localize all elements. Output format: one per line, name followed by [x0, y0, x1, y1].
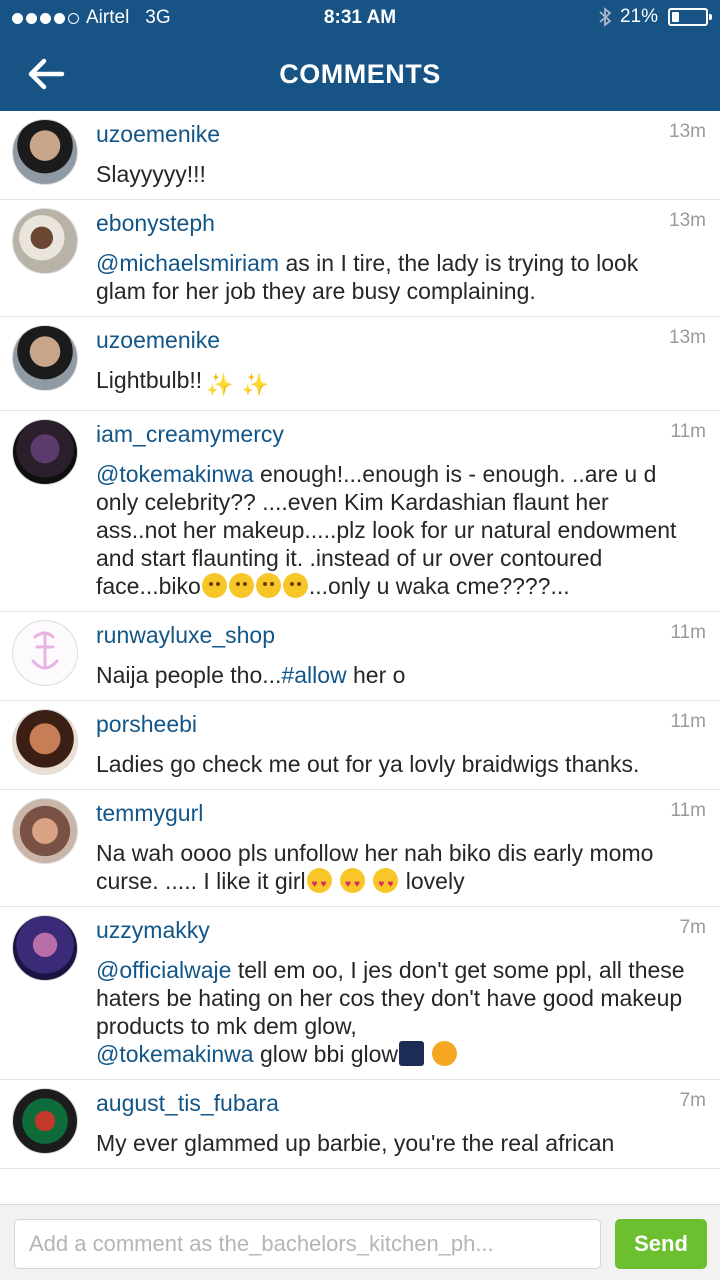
- sparkles-icon: ✨: [241, 372, 269, 397]
- comment-item: ebonysteph 13m @michaelsmiriam as in I t…: [0, 200, 720, 317]
- comment-time: 13m: [669, 210, 706, 231]
- battery-fill: [672, 12, 679, 22]
- comment-text: @officialwaje tell em oo, I jes don't ge…: [96, 957, 685, 1067]
- heart-eyes-icon: [306, 868, 332, 899]
- comment-text: Ladies go check me out for ya lovly brai…: [96, 751, 640, 777]
- comment-time: 11m: [670, 421, 706, 442]
- comment-item: august_tis_fubara 7m My ever glammed up …: [0, 1080, 720, 1169]
- battery-percent: 21%: [619, 6, 658, 27]
- avatar[interactable]: [12, 325, 78, 391]
- comment-item: uzoemenike 13m Slayyyyy!!!: [0, 111, 720, 200]
- avatar[interactable]: [12, 620, 78, 686]
- comment-time: 11m: [670, 711, 706, 732]
- comment-username[interactable]: porsheebi: [96, 709, 692, 739]
- crying-face-icon: [255, 573, 281, 598]
- mention-link[interactable]: @tokemakinwa: [96, 1041, 254, 1067]
- comment-username[interactable]: iam_creamymercy: [96, 419, 692, 449]
- comment-username[interactable]: ebonysteph: [96, 208, 692, 238]
- comment-time: 11m: [670, 800, 706, 821]
- comment-item: temmygurl 11m Na wah oooo pls unfollow h…: [0, 790, 720, 907]
- comment-text: Slayyyyy!!!: [96, 161, 206, 187]
- shop-logo-icon: [31, 631, 59, 670]
- comment-text: Lightbulb!! ✨ ✨: [96, 367, 269, 397]
- comment-time: 7m: [679, 1090, 706, 1111]
- nav-bar: COMMENTS: [0, 36, 720, 111]
- crying-face-icon: [282, 573, 308, 598]
- comment-list[interactable]: uzoemenike 13m Slayyyyy!!! ebonysteph 13…: [0, 111, 720, 1204]
- heart-eyes-icon: [373, 868, 399, 899]
- battery-icon: [668, 8, 712, 26]
- crying-face-icon: [228, 573, 254, 598]
- comment-item: iam_creamymercy 11m @tokemakinwa enough!…: [0, 411, 720, 612]
- hashtag-link[interactable]: #allow: [281, 662, 346, 688]
- comment-item: porsheebi 11m Ladies go check me out for…: [0, 701, 720, 790]
- avatar[interactable]: [12, 915, 78, 981]
- page-title: COMMENTS: [279, 59, 441, 89]
- mention-link[interactable]: @michaelsmiriam: [96, 250, 279, 276]
- crying-face-icon: [201, 573, 227, 598]
- comment-username[interactable]: uzzymakky: [96, 915, 692, 945]
- avatar[interactable]: [12, 709, 78, 775]
- send-button[interactable]: Send: [615, 1219, 707, 1269]
- comment-item: uzoemenike 13m Lightbulb!! ✨ ✨: [0, 317, 720, 411]
- comment-time: 13m: [669, 121, 706, 142]
- comment-username[interactable]: runwayluxe_shop: [96, 620, 692, 650]
- comment-composer: Send: [0, 1204, 720, 1280]
- fireworks-icon: [399, 1041, 425, 1066]
- comment-username[interactable]: august_tis_fubara: [96, 1088, 692, 1118]
- status-right: 21%: [598, 6, 712, 28]
- avatar[interactable]: [12, 798, 78, 864]
- avatar[interactable]: [12, 1088, 78, 1154]
- comment-input[interactable]: [14, 1219, 601, 1269]
- comment-item: runwayluxe_shop 11m Naija people tho...#…: [0, 612, 720, 701]
- comment-time: 7m: [679, 917, 706, 938]
- comment-text: @michaelsmiriam as in I tire, the lady i…: [96, 250, 639, 304]
- sunflower-icon: [432, 1041, 458, 1066]
- mention-link[interactable]: @tokemakinwa: [96, 461, 254, 487]
- sparkles-icon: ✨: [206, 372, 234, 397]
- comment-item: uzzymakky 7m @officialwaje tell em oo, I…: [0, 907, 720, 1080]
- status-bar: Airtel 3G 8:31 AM 21%: [0, 0, 720, 36]
- comment-time: 13m: [669, 327, 706, 348]
- comment-username[interactable]: uzoemenike: [96, 325, 692, 355]
- comment-time: 11m: [670, 622, 706, 643]
- comment-username[interactable]: uzoemenike: [96, 119, 692, 149]
- comment-text: My ever glammed up barbie, you're the re…: [96, 1130, 615, 1156]
- comment-text: @tokemakinwa enough!...enough is - enoug…: [96, 461, 677, 599]
- comment-text: Naija people tho...#allow her o: [96, 662, 406, 688]
- header: Airtel 3G 8:31 AM 21% COMMENTS: [0, 0, 720, 111]
- mention-link[interactable]: @officialwaje: [96, 957, 231, 983]
- comment-text: Na wah oooo pls unfollow her nah biko di…: [96, 839, 692, 899]
- heart-eyes-icon: [340, 868, 365, 899]
- avatar[interactable]: [12, 419, 78, 485]
- bluetooth-icon: [599, 7, 612, 27]
- comment-username[interactable]: temmygurl: [96, 798, 692, 828]
- avatar[interactable]: [12, 208, 78, 274]
- avatar[interactable]: [12, 119, 78, 185]
